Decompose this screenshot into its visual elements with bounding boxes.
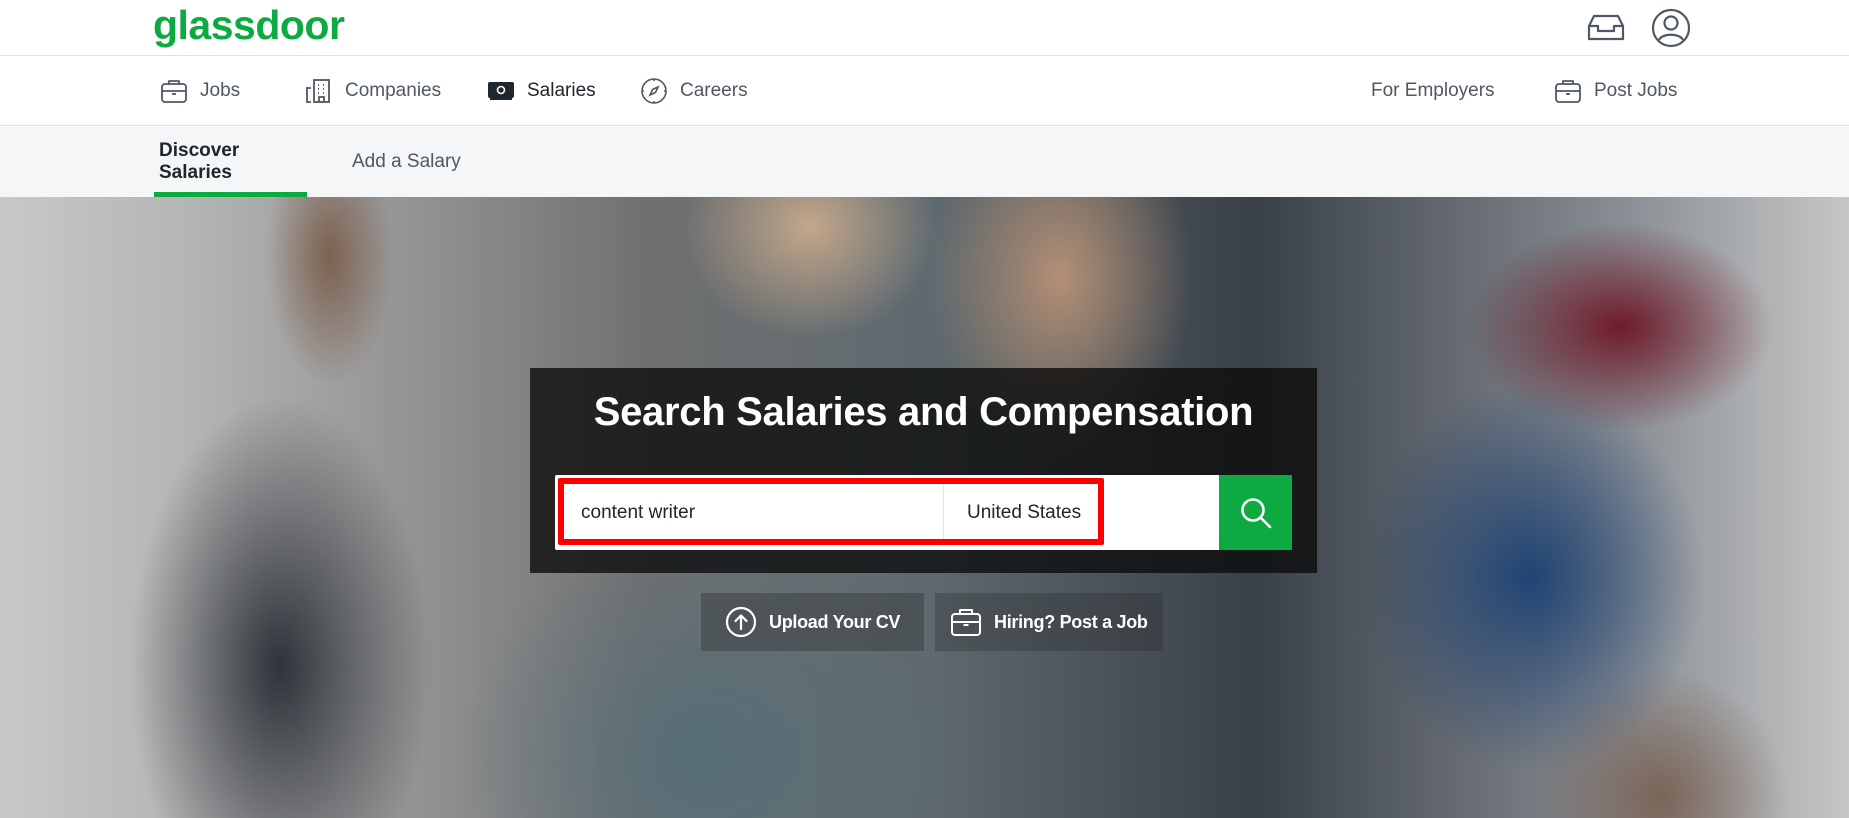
salary-search-bar	[555, 475, 1292, 550]
nav-careers[interactable]: Careers	[640, 56, 748, 126]
tab-add-a-salary[interactable]: Add a Salary	[347, 127, 466, 197]
nav-companies-label: Companies	[345, 80, 442, 101]
post-a-job-label: Hiring? Post a Job	[994, 611, 1148, 632]
money-icon	[487, 77, 515, 105]
briefcase-icon	[160, 77, 188, 105]
post-a-job-button[interactable]: Hiring? Post a Job	[935, 593, 1163, 651]
nav-careers-label: Careers	[680, 80, 748, 101]
upload-cv-button[interactable]: Upload Your CV	[701, 593, 925, 651]
nav-post-jobs-label: Post Jobs	[1594, 80, 1678, 101]
nav-salaries[interactable]: Salaries	[487, 56, 596, 126]
nav-jobs[interactable]: Jobs	[160, 56, 240, 126]
main-nav: Jobs Companies Salaries Careers For Empl…	[0, 56, 1849, 126]
nav-for-employers-label: For Employers	[1371, 80, 1495, 101]
inbox-icon	[1587, 14, 1625, 41]
profile-icon	[1651, 8, 1691, 48]
tab-discover-salaries[interactable]: Discover Salaries	[154, 127, 307, 197]
nav-post-jobs[interactable]: Post Jobs	[1554, 56, 1677, 126]
search-panel: Search Salaries and Compensation	[530, 368, 1317, 573]
nav-salaries-label: Salaries	[527, 80, 596, 101]
salaries-subnav: Discover Salaries Add a Salary	[0, 127, 1849, 197]
page-title: Search Salaries and Compensation	[593, 390, 1254, 434]
briefcase-icon	[951, 609, 981, 636]
nav-jobs-label: Jobs	[200, 80, 241, 101]
nav-companies[interactable]: Companies	[305, 56, 441, 126]
search-icon	[1240, 497, 1271, 528]
briefcase-icon	[1554, 77, 1582, 105]
inbox-button[interactable]	[1585, 8, 1627, 48]
upload-cv-label: Upload Your CV	[769, 611, 901, 632]
glassdoor-logo[interactable]: glassdoor	[153, 0, 345, 50]
input-divider	[943, 483, 944, 542]
hero-banner: Search Salaries and Compensation Upload …	[0, 197, 1849, 818]
nav-for-employers[interactable]: For Employers	[1371, 56, 1495, 126]
profile-button[interactable]	[1650, 8, 1692, 48]
search-button[interactable]	[1219, 475, 1292, 550]
location-input[interactable]	[945, 483, 1098, 542]
upload-circle-icon	[725, 606, 757, 638]
building-icon	[305, 77, 333, 105]
job-title-input[interactable]	[568, 483, 943, 542]
top-header: glassdoor	[0, 0, 1849, 56]
compass-icon	[640, 77, 668, 105]
